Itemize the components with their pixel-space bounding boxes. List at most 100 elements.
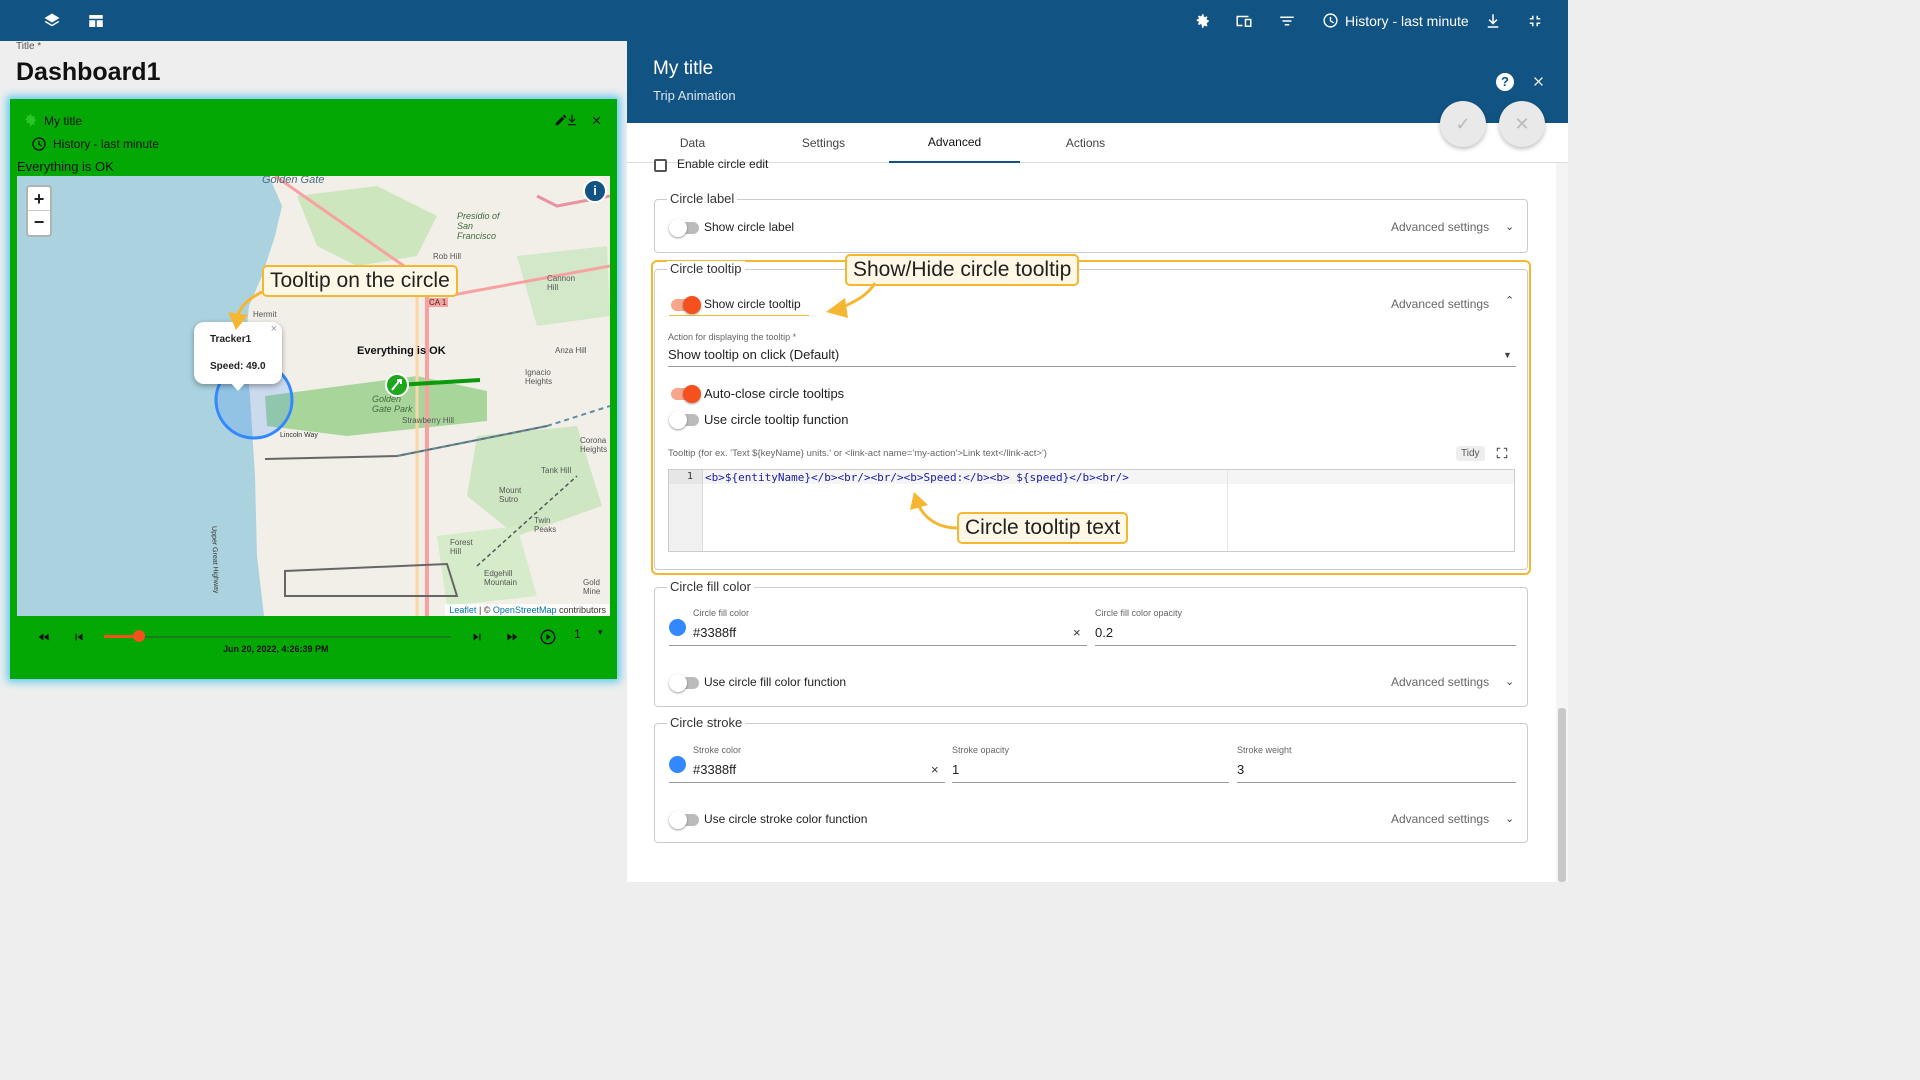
skip-next-icon[interactable]	[470, 630, 484, 644]
circle-label-advanced-settings[interactable]: Advanced settings	[1391, 220, 1489, 234]
circle-stroke-section: Circle stroke Stroke color #3388ff × Str…	[654, 715, 1528, 843]
stroke-weight-label: Stroke weight	[1237, 745, 1292, 755]
line-number: 1	[687, 471, 694, 482]
circle-tooltip-advanced-settings[interactable]: Advanced settings	[1391, 297, 1489, 311]
tab-actions[interactable]: Actions	[1020, 123, 1151, 163]
cancel-button[interactable]: ✕	[1499, 101, 1545, 147]
map-label-anza-hill: Anza Hill	[555, 346, 587, 355]
stroke-function-toggle[interactable]	[669, 811, 699, 829]
play-icon[interactable]	[539, 628, 557, 646]
chevron-up-icon[interactable]: ⌃	[1505, 294, 1514, 307]
editor-close-icon[interactable]	[1531, 74, 1546, 89]
auto-close-toggle[interactable]	[671, 385, 701, 403]
fullscreen-exit-icon[interactable]	[1523, 0, 1547, 41]
zoom-out-button[interactable]: −	[28, 211, 50, 235]
speed-select[interactable]: 1	[574, 627, 581, 641]
auto-close-text: Auto-close circle tooltips	[704, 386, 845, 401]
trip-player: 1 ▾ Jun 20, 2022, 4:26:39 PM	[10, 620, 617, 670]
select-arrow-icon[interactable]: ▼	[1503, 350, 1512, 360]
fill-function-toggle[interactable]	[669, 674, 699, 692]
show-circle-label-toggle[interactable]	[669, 219, 699, 237]
download-icon[interactable]	[1481, 0, 1505, 41]
filter-icon[interactable]	[1275, 0, 1299, 41]
widget-subtitle: History - last minute	[53, 137, 160, 151]
fill-opacity-input[interactable]: 0.2	[1095, 625, 1113, 640]
tab-settings[interactable]: Settings	[758, 123, 889, 163]
circle-fill-legend: Circle fill color	[667, 579, 754, 594]
timewindow-label: History - last minute	[1345, 12, 1469, 29]
popup-close-icon[interactable]: ×	[271, 323, 277, 335]
map-label-lincoln-way: Lincoln Way	[280, 432, 318, 439]
map-label-strawberry: Strawberry Hill	[402, 416, 455, 425]
tab-advanced[interactable]: Advanced	[889, 123, 1020, 163]
tooltip-code[interactable]: <b>${entityName}</b><br/><br/><b>Speed:<…	[705, 471, 1129, 484]
chevron-down-icon-stroke[interactable]: ⌄	[1505, 812, 1514, 825]
chevron-down-icon-fill[interactable]: ⌄	[1505, 675, 1514, 688]
show-circle-tooltip-toggle[interactable]	[671, 296, 701, 314]
clear-fill-color-icon[interactable]: ×	[1073, 625, 1081, 640]
popup-speed: Speed: 49.0	[210, 361, 266, 372]
callout-tooltip-text: Circle tooltip text	[957, 512, 1129, 544]
widget-download-icon[interactable]	[565, 113, 579, 127]
timeline-track[interactable]	[104, 636, 451, 638]
skip-previous-icon[interactable]	[72, 630, 86, 644]
stroke-function-text: Use circle stroke color function	[704, 812, 868, 826]
clear-stroke-color-icon[interactable]: ×	[931, 762, 939, 777]
tooltip-function-toggle[interactable]	[669, 411, 699, 429]
circle-label-legend: Circle label	[667, 191, 738, 206]
callout-show-hide: Show/Hide circle tooltip	[845, 254, 1080, 286]
help-icon[interactable]: ?	[1496, 73, 1514, 91]
stroke-advanced-settings[interactable]: Advanced settings	[1391, 812, 1489, 826]
enable-circle-edit-checkbox[interactable]	[654, 159, 667, 172]
widget-editor-panel: My title Trip Animation ? Data Settings …	[627, 41, 1568, 882]
timeline-thumb[interactable]	[132, 630, 145, 642]
stroke-opacity-input[interactable]: 1	[952, 762, 959, 777]
tooltip-action-select[interactable]: Show tooltip on click (Default)	[668, 347, 839, 362]
fill-color-input[interactable]: #3388ff	[693, 625, 736, 640]
zoom-control: + −	[26, 185, 52, 237]
circle-tooltip-legend: Circle tooltip	[667, 261, 745, 276]
popup-entity-name: Tracker1	[210, 334, 252, 345]
apply-button[interactable]: ✓	[1440, 101, 1486, 147]
fill-color-underline	[669, 645, 1087, 646]
widget-title: My title	[44, 114, 83, 128]
map[interactable]: Golden Gate Presidio of San Francisco Ro…	[17, 176, 610, 616]
layers-icon[interactable]	[40, 0, 64, 41]
fast-rewind-icon[interactable]	[36, 630, 52, 644]
map-label-forest-hill: Forest Hill	[450, 538, 473, 556]
fullscreen-icon[interactable]	[1495, 446, 1509, 460]
callout-tooltip-on-circle: Tooltip on the circle	[262, 265, 458, 297]
editor-title: My title	[653, 58, 714, 79]
speed-chevron-icon[interactable]: ▾	[598, 627, 603, 638]
zoom-in-button[interactable]: +	[28, 187, 50, 211]
tooltip-action-label: Action for displaying the tooltip *	[668, 332, 797, 342]
dashboard-icon[interactable]	[84, 0, 108, 41]
stroke-weight-input[interactable]: 3	[1237, 762, 1244, 777]
leaflet-link[interactable]: Leaflet	[449, 605, 476, 615]
enable-circle-edit-label: Enable circle edit	[677, 157, 769, 171]
map-label-cannon-hill: Cannon Hill	[547, 274, 576, 292]
stroke-color-input[interactable]: #3388ff	[693, 762, 736, 777]
fill-color-swatch[interactable]	[669, 619, 686, 636]
info-icon[interactable]: i	[583, 179, 607, 203]
stroke-weight-underline	[1237, 782, 1516, 783]
stroke-opacity-label: Stroke opacity	[952, 745, 1010, 755]
scrollbar[interactable]	[1556, 163, 1568, 882]
devices-icon[interactable]	[1232, 0, 1256, 41]
show-circle-label-text: Show circle label	[704, 220, 795, 234]
dashboard-title-input[interactable]: Dashboard1	[16, 58, 160, 87]
fill-advanced-settings[interactable]: Advanced settings	[1391, 675, 1489, 689]
fill-color-label: Circle fill color	[693, 608, 750, 618]
map-label-presidio: Presidio of San Francisco	[457, 211, 500, 241]
gear-icon[interactable]	[1190, 0, 1214, 41]
chevron-down-icon[interactable]: ⌄	[1505, 220, 1514, 233]
fast-forward-icon[interactable]	[504, 630, 520, 644]
timewindow-button[interactable]: History - last minute	[1322, 0, 1469, 41]
widget-close-icon[interactable]	[590, 114, 603, 127]
scrollbar-thumb[interactable]	[1558, 708, 1566, 882]
fill-function-text: Use circle fill color function	[704, 675, 847, 689]
osm-link[interactable]: OpenStreetMap	[493, 605, 557, 615]
editor-header: My title Trip Animation ?	[627, 41, 1568, 123]
tidy-button[interactable]: Tidy	[1456, 446, 1485, 461]
stroke-color-swatch[interactable]	[669, 756, 686, 773]
